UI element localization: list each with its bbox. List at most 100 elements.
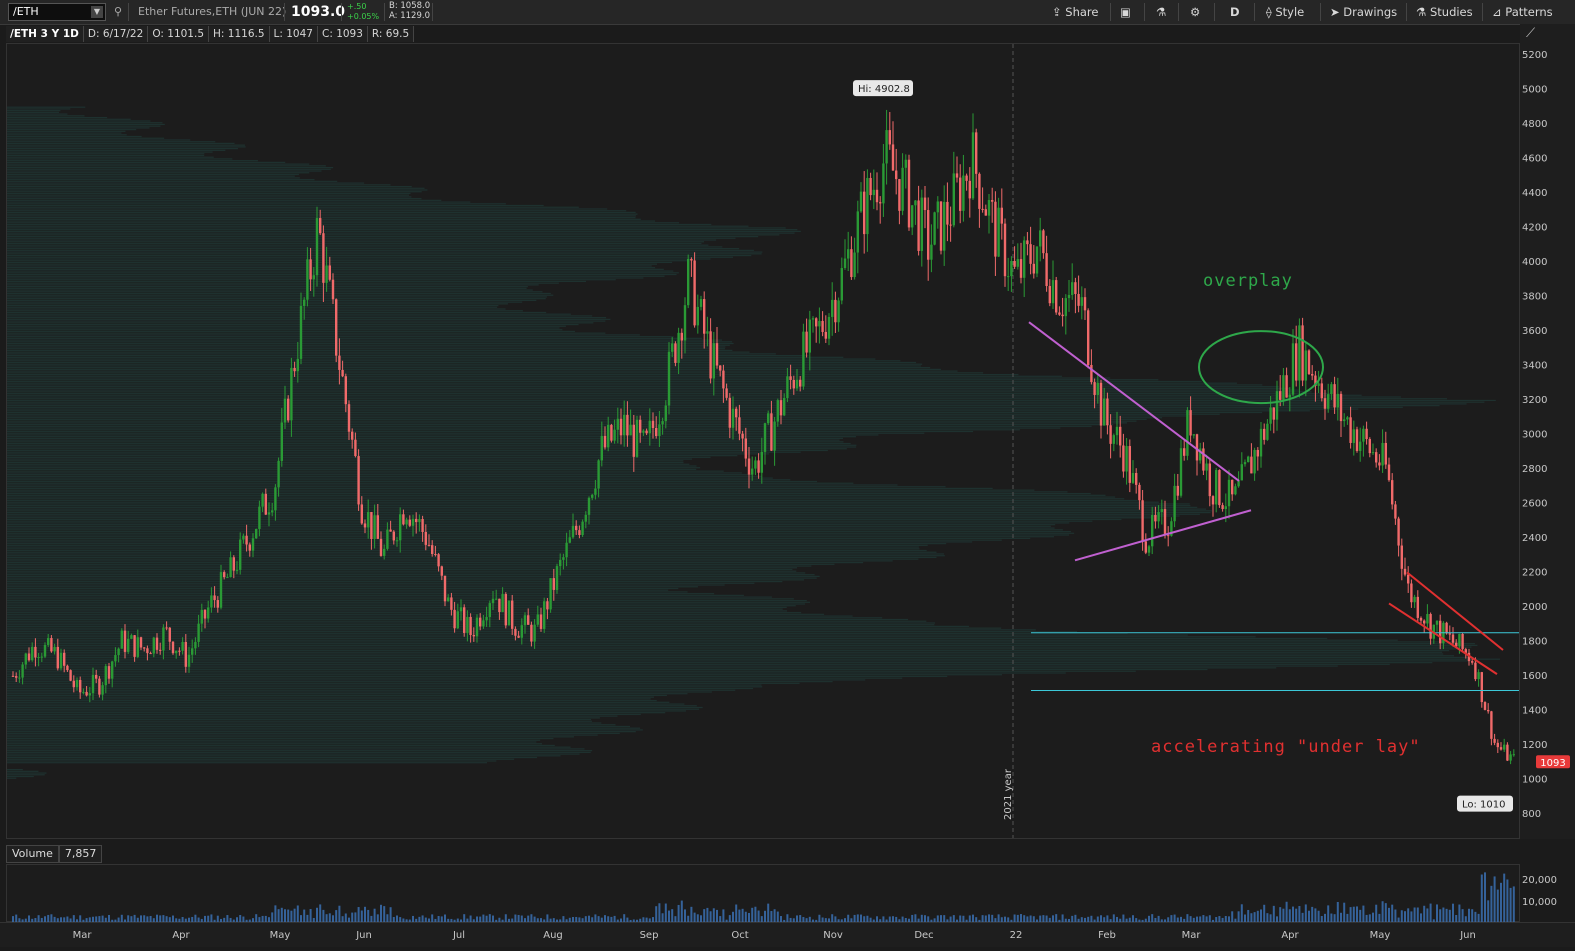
last-price-label: 1093 — [1540, 758, 1565, 769]
candle-body — [1490, 711, 1493, 739]
volume-bar — [504, 914, 507, 922]
volume-label: Volume — [6, 845, 59, 863]
chevron-down-icon[interactable]: ▼ — [91, 6, 103, 18]
candle-body — [261, 493, 264, 507]
candle-body — [1077, 293, 1080, 306]
candle-body — [1093, 382, 1096, 395]
candle-body — [408, 519, 411, 526]
volume-bar — [1074, 914, 1077, 922]
volume-bar — [1400, 910, 1403, 922]
volume-bar — [1330, 913, 1333, 922]
candle-body — [1403, 568, 1407, 575]
candle-body — [50, 638, 53, 652]
volume-bar — [773, 909, 776, 922]
candle-body — [1259, 428, 1263, 457]
candle-body — [1323, 398, 1327, 409]
price-axis[interactable]: 800 1000 1200 1400 1600 1800 2000 2200 2400 2600 2… — [1520, 24, 1575, 839]
style-button[interactable]: ⟠ Style — [1266, 0, 1304, 24]
candle-body — [1106, 398, 1109, 426]
volume-bar — [351, 912, 354, 922]
volume-bar — [728, 915, 731, 922]
volume-bar — [856, 914, 859, 922]
date-axis[interactable]: Mar Apr May Jun Jul Aug Sep Oct Nov Dec 22 Feb Mar Ap… — [0, 922, 1575, 947]
price-chart[interactable]: 2021 year Hi: 4902.8 Lo: 1010 overplay a… — [6, 43, 1520, 839]
volume-bar — [1375, 904, 1378, 922]
drawings-button[interactable]: ➤ Drawings — [1330, 0, 1397, 24]
last-price: 1093.0 — [291, 4, 346, 20]
candle-body — [1064, 298, 1067, 317]
candle-body — [1051, 280, 1055, 304]
price-axis-svg: 800 1000 1200 1400 1600 1800 2000 2200 2400 2600 2… — [1522, 50, 1570, 820]
volume-bar — [1362, 905, 1365, 922]
candle-body — [143, 647, 146, 649]
volume-bar — [604, 915, 606, 922]
volume-bar — [1263, 904, 1266, 922]
volume-bar — [255, 914, 258, 922]
volume-bar — [1170, 915, 1173, 922]
candle-body — [706, 331, 709, 334]
volume-bar — [767, 903, 770, 922]
candle-body — [1138, 484, 1141, 501]
volume-bar — [991, 914, 994, 922]
patterns-button[interactable]: ⊿ Patterns — [1492, 0, 1553, 24]
volume-bar — [444, 914, 446, 922]
candle-body — [1391, 480, 1394, 505]
flask-icon[interactable]: ⚗ — [1156, 0, 1166, 24]
volume-bar — [367, 909, 370, 922]
candle-body — [479, 617, 482, 627]
volume-bar — [1346, 913, 1349, 922]
studies-button[interactable]: ⚗ Studies — [1416, 0, 1473, 24]
candle-body — [1381, 442, 1384, 466]
candle-body — [1266, 423, 1269, 440]
candle-body — [488, 603, 491, 617]
layout-icon[interactable]: ▣ — [1120, 0, 1131, 24]
volume-bar — [735, 904, 738, 922]
candle-body — [527, 615, 530, 625]
volume-bar — [1359, 909, 1362, 922]
candle-body — [162, 627, 165, 651]
candle-body — [1429, 613, 1432, 639]
candle-body — [171, 641, 175, 654]
candle-body — [584, 514, 587, 522]
candle-body — [1058, 312, 1061, 315]
candle-body — [581, 521, 584, 535]
candle-body — [1451, 634, 1455, 643]
volume-bar — [1493, 876, 1496, 922]
volume-bar — [1381, 901, 1384, 922]
aggregation-button[interactable]: D — [1230, 0, 1240, 24]
volume-bar — [1410, 911, 1413, 922]
volume-bar — [1279, 907, 1282, 922]
candle-body — [767, 413, 770, 424]
candle-body — [891, 144, 895, 171]
candle-body — [1471, 661, 1474, 663]
share-button[interactable]: ⇪ Share — [1052, 0, 1098, 24]
candle-body — [728, 397, 731, 428]
volume-bar — [280, 907, 283, 922]
candle-body — [1333, 384, 1336, 408]
volume-bar — [690, 906, 693, 922]
candle-body — [1496, 742, 1499, 748]
candle-body — [696, 306, 699, 326]
autoscale-icon[interactable]: ⟋ — [1526, 26, 1535, 41]
volume-chart[interactable] — [6, 864, 1520, 922]
volume-bar — [1356, 906, 1358, 922]
candle-body — [1167, 535, 1170, 537]
candle-body — [1304, 350, 1307, 381]
gear-icon[interactable]: ⚙ — [1190, 0, 1200, 24]
price-tick: 1800 — [1522, 636, 1547, 647]
candle-body — [485, 616, 488, 621]
candle-body — [1250, 456, 1253, 474]
candle-body — [587, 497, 591, 515]
volume-bar — [853, 914, 856, 922]
link-icon[interactable]: ⚲ — [114, 0, 122, 24]
volume-bar — [1336, 901, 1339, 922]
candle-body — [927, 210, 930, 260]
candle-body — [879, 202, 882, 204]
candle-body — [149, 653, 152, 655]
symbol-input[interactable]: /ETH ▼ — [8, 3, 106, 21]
volume-bar — [914, 914, 917, 922]
date-axis-svg: Mar Apr May Jun Jul Aug Sep Oct Nov Dec 22 Feb Mar Ap… — [73, 930, 1476, 941]
volume-bar — [1308, 910, 1310, 922]
candle-body — [747, 458, 751, 475]
candle-body — [1387, 464, 1391, 481]
